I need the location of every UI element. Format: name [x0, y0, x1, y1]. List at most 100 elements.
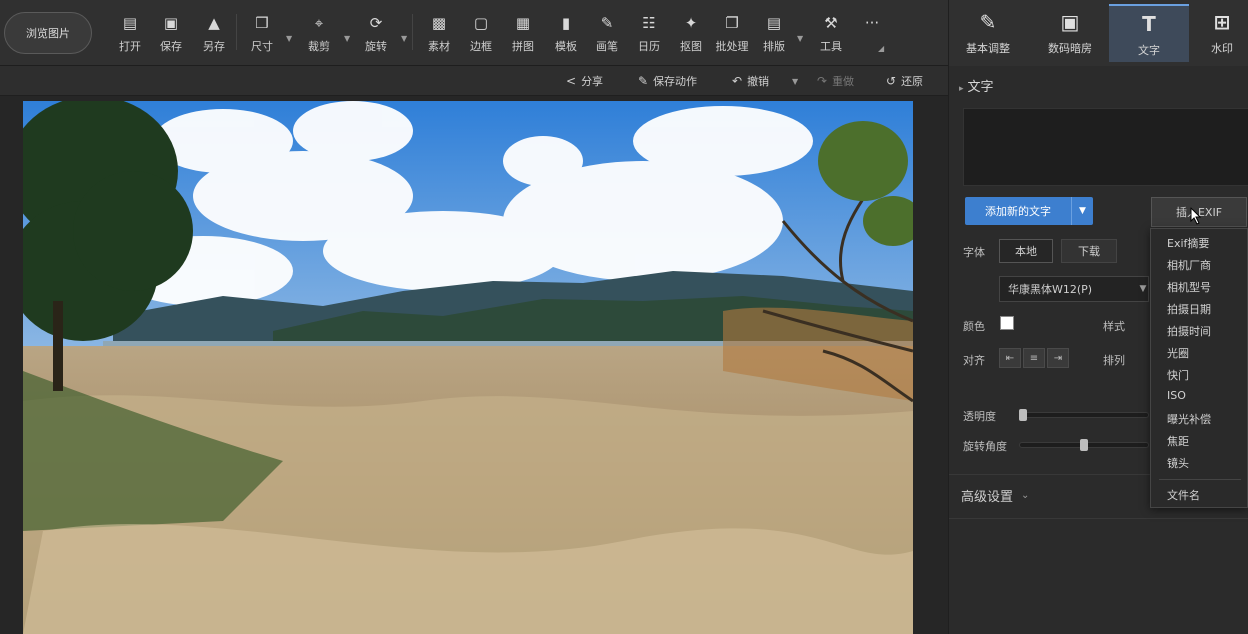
- add-new-text-button[interactable]: 添加新的文字 ▼: [965, 197, 1093, 225]
- calendar-button[interactable]: ☷ 日历: [631, 14, 667, 60]
- layout-label: 排版: [763, 40, 785, 53]
- font-local-tab[interactable]: 本地: [999, 239, 1053, 263]
- tools-label: 工具: [820, 40, 842, 53]
- brush-icon: ✎: [600, 13, 614, 32]
- menu-item-filename[interactable]: 文件名: [1167, 487, 1200, 503]
- font-family-select[interactable]: 华康黑体W12(P): [999, 276, 1149, 302]
- tab-darkroom[interactable]: ▣ 数码暗房: [1037, 4, 1103, 62]
- material-button[interactable]: ▩ 素材: [421, 14, 457, 60]
- text-input-area[interactable]: [963, 108, 1248, 186]
- advanced-settings-toggle[interactable]: 高级设置 ⌄: [961, 486, 1029, 505]
- puzzle-icon: ▦: [515, 13, 531, 32]
- more-button[interactable]: ···: [854, 14, 890, 60]
- save-icon: ▣: [163, 13, 179, 32]
- save-action-label: 保存动作: [653, 75, 698, 88]
- crop-button[interactable]: ⌖ 裁剪: [301, 14, 337, 60]
- menu-item-lens[interactable]: 镜头: [1167, 455, 1189, 471]
- mode-tabs: ✎ 基本调整 ▣ 数码暗房 T 文字 ⊞ 水印: [948, 0, 1248, 66]
- wrench-icon: ⚒: [824, 13, 838, 32]
- border-button[interactable]: ▢ 边框: [463, 14, 499, 60]
- align-center-button[interactable]: ≡: [1023, 348, 1045, 368]
- text-icon: T: [1142, 12, 1156, 36]
- menu-item-shot-date[interactable]: 拍摄日期: [1167, 301, 1211, 317]
- menu-item-shutter[interactable]: 快门: [1167, 367, 1189, 383]
- action-bar: < 分享 ✎ 保存动作 ↶ 撤销 ▼ ↷ 重做 ↺ 还原: [0, 66, 948, 96]
- save-action-button[interactable]: ✎ 保存动作: [638, 72, 697, 90]
- menu-item-exposure-comp[interactable]: 曝光补偿: [1167, 411, 1211, 427]
- menu-divider: [1159, 479, 1241, 480]
- text-color-swatch[interactable]: [1000, 316, 1014, 330]
- crop-icon: ⌖: [314, 13, 324, 32]
- restore-label: 还原: [901, 75, 924, 88]
- undo-dropdown[interactable]: ▼: [792, 72, 803, 90]
- align-right-button[interactable]: ⇥: [1047, 348, 1069, 368]
- add-text-dropdown-icon[interactable]: ▼: [1071, 197, 1093, 225]
- layout-button[interactable]: ▤ 排版: [756, 14, 792, 60]
- puzzle-label: 拼图: [512, 40, 534, 53]
- menu-item-focal-length[interactable]: 焦距: [1167, 433, 1189, 449]
- font-label: 字体: [963, 246, 985, 259]
- align-left-button[interactable]: ⇤: [999, 348, 1021, 368]
- restore-button[interactable]: ↺ 还原: [886, 72, 923, 90]
- material-label: 素材: [428, 40, 450, 53]
- tab-basic-adjust[interactable]: ✎ 基本调整: [955, 4, 1021, 62]
- size-dropdown-icon[interactable]: ▼: [286, 34, 292, 43]
- font-download-tab[interactable]: 下载: [1061, 239, 1117, 263]
- undo-label: 撤销: [747, 75, 770, 88]
- open-button[interactable]: ▤ 打开: [112, 14, 148, 60]
- share-label: 分享: [581, 75, 604, 88]
- style-label: 样式: [1103, 320, 1125, 333]
- brush-button[interactable]: ✎ 画笔: [589, 14, 625, 60]
- share-icon: <: [566, 74, 577, 88]
- layout-dropdown-icon[interactable]: ▼: [797, 34, 803, 43]
- panel-title: ▸ 文字: [959, 80, 994, 95]
- rotate-dropdown-icon[interactable]: ▼: [401, 34, 407, 43]
- size-button[interactable]: ❒ 尺寸: [244, 14, 280, 60]
- add-new-text-label: 添加新的文字: [985, 205, 1051, 218]
- border-icon: ▢: [473, 13, 489, 32]
- save-as-label: 另存: [203, 40, 225, 53]
- rotation-slider-thumb[interactable]: [1080, 439, 1088, 451]
- tab-watermark[interactable]: ⊞ 水印: [1195, 4, 1248, 62]
- toolbar-divider: [412, 14, 413, 50]
- template-button[interactable]: ▮ 模板: [548, 14, 584, 60]
- browse-images-button[interactable]: 浏览图片: [4, 12, 92, 54]
- tab-text[interactable]: T 文字: [1109, 4, 1189, 62]
- landscape-photo[interactable]: [23, 101, 913, 634]
- align-label: 对齐: [963, 354, 985, 367]
- image-canvas[interactable]: [0, 96, 948, 634]
- landscape-image: [23, 101, 913, 634]
- open-label: 打开: [119, 40, 141, 53]
- opacity-slider-thumb[interactable]: [1019, 409, 1027, 421]
- menu-item-exif-summary[interactable]: Exif摘要: [1167, 235, 1209, 251]
- save-button[interactable]: ▣ 保存: [153, 14, 189, 60]
- tools-button[interactable]: ⚒ 工具: [813, 14, 849, 60]
- opacity-slider[interactable]: [1019, 412, 1149, 418]
- mouse-cursor-icon: [1190, 207, 1202, 225]
- chevron-down-icon: ⌄: [1021, 490, 1030, 501]
- menu-item-camera-model[interactable]: 相机型号: [1167, 279, 1211, 295]
- tab-text-label: 文字: [1138, 44, 1160, 57]
- menu-item-camera-maker[interactable]: 相机厂商: [1167, 257, 1211, 273]
- save-as-button[interactable]: ▲ 另存: [196, 14, 232, 60]
- redo-button[interactable]: ↷ 重做: [817, 72, 854, 90]
- menu-item-iso[interactable]: ISO: [1167, 389, 1186, 402]
- calendar-label: 日历: [638, 40, 660, 53]
- collapse-icon[interactable]: ▸: [959, 84, 964, 94]
- restore-icon: ↺: [886, 74, 897, 88]
- redo-label: 重做: [832, 75, 855, 88]
- share-button[interactable]: < 分享: [566, 72, 603, 90]
- menu-item-shot-time[interactable]: 拍摄时间: [1167, 323, 1211, 339]
- expand-icon[interactable]: ◢: [878, 44, 884, 53]
- puzzle-button[interactable]: ▦ 拼图: [505, 14, 541, 60]
- rotate-button[interactable]: ⟳ 旋转: [358, 14, 394, 60]
- tab-basic-adjust-label: 基本调整: [966, 42, 1010, 55]
- crop-dropdown-icon[interactable]: ▼: [344, 34, 350, 43]
- color-label: 颜色: [963, 320, 985, 333]
- undo-button[interactable]: ↶ 撤销: [732, 72, 769, 90]
- border-label: 边框: [470, 40, 492, 53]
- batch-button[interactable]: ❐ 批处理: [714, 14, 750, 60]
- rotate-icon: ⟳: [369, 13, 383, 32]
- pick-button[interactable]: ✦ 抠图: [673, 14, 709, 60]
- menu-item-aperture[interactable]: 光圈: [1167, 345, 1189, 361]
